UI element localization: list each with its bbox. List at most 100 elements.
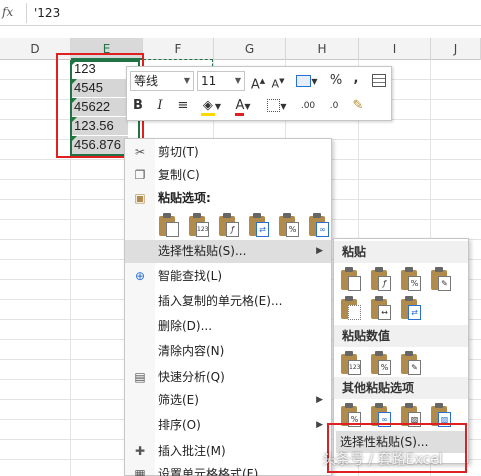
paste-formulas-icon[interactable]: ƒ	[370, 267, 392, 293]
chevron-down-icon: ▼	[183, 76, 190, 85]
formula-input[interactable]: '123	[34, 6, 60, 20]
menu-label: 选择性粘贴(S)...	[158, 244, 247, 258]
menu-item-delete[interactable]: 删除(D)...	[125, 315, 331, 338]
column-header-g[interactable]: G	[214, 38, 286, 60]
paste-no-borders-icon[interactable]	[340, 296, 362, 322]
format-sheet-icon: %	[286, 222, 299, 237]
font-color-button[interactable]: A▼	[229, 96, 257, 116]
align-center-icon: ≡	[177, 98, 189, 113]
column-header-h[interactable]: H	[286, 38, 359, 60]
chevron-right-icon: ▶	[316, 395, 323, 405]
paste-formulas-icon[interactable]: ƒ	[218, 213, 240, 239]
values-sheet-icon: 123	[348, 360, 361, 375]
comma-style-button[interactable]: ,	[349, 69, 363, 89]
bold-button[interactable]: B	[131, 96, 145, 116]
formula-sheet-icon: ƒ	[226, 222, 239, 237]
table-icon	[372, 74, 386, 87]
menu-item-smart-lookup[interactable]: ⊕ 智能查找(L)	[125, 265, 331, 288]
format-cells-icon: ▦	[134, 467, 146, 476]
menu-label: 插入批注(M)	[158, 444, 226, 458]
menu-item-cut[interactable]: ✂ 剪切(T)	[125, 141, 331, 164]
decrease-font-size-button[interactable]: A▼	[269, 71, 287, 91]
paste-formulas-number-format-icon[interactable]: %	[400, 267, 422, 293]
italic-icon: I	[157, 98, 163, 113]
menu-item-quick-analysis[interactable]: ▤ 快速分析(Q)	[125, 366, 331, 389]
menu-label: 智能查找(L)	[158, 269, 223, 283]
menu-label: 快速分析(Q)	[158, 370, 225, 384]
borders-button[interactable]: ▼	[263, 96, 291, 116]
paste-values-icon[interactable]: 123	[188, 213, 210, 239]
comma-icon: ,	[353, 71, 359, 86]
comment-icon: ✚	[134, 444, 146, 458]
transpose-sheet-icon: ⇄	[408, 305, 421, 320]
accounting-format-button[interactable]: ▼	[290, 71, 324, 91]
context-menu: ✂ 剪切(T) ❐ 复制(C) ▣ 粘贴选项: 123 ƒ ⇄ % ∞ 选择性粘…	[124, 138, 332, 476]
menu-item-paste-special[interactable]: 选择性粘贴(S)... ▶	[125, 240, 331, 263]
submenu-header-other-paste-options: 其他粘贴选项	[334, 377, 468, 399]
paste-values-source-format-icon[interactable]: ✎	[400, 351, 422, 377]
paste-icon[interactable]	[158, 213, 180, 239]
paste-link-icon[interactable]: ∞	[308, 213, 330, 239]
font-name-combo[interactable]: 等线 ▼	[130, 71, 194, 91]
format-painter-button[interactable]: ✎	[349, 96, 367, 116]
column-header-f[interactable]: F	[143, 38, 214, 60]
paste-keep-source-format-icon[interactable]: ✎	[430, 267, 452, 293]
paste-formatting-icon[interactable]: %	[278, 213, 300, 239]
font-size-value: 11	[201, 74, 217, 88]
borders-icon	[267, 99, 281, 112]
menu-item-format-cells[interactable]: ▦ 设置单元格格式(F)...	[125, 463, 331, 476]
decrease-font-icon: A	[271, 77, 280, 91]
font-size-combo[interactable]: 11 ▼	[197, 71, 245, 91]
chevron-down-icon: ▼	[234, 76, 241, 85]
formula-sheet-icon: ƒ	[378, 276, 391, 291]
increase-font-icon: A	[250, 77, 260, 93]
clipboard-icon: ▣	[134, 191, 146, 205]
menu-item-insert-copied-cells[interactable]: 插入复制的单元格(E)...	[125, 290, 331, 313]
chevron-down-icon: ▼	[214, 102, 222, 111]
paste-values-number-format-icon[interactable]: %	[370, 351, 392, 377]
transpose-sheet-icon: ⇄	[256, 222, 269, 237]
bold-icon: B	[133, 98, 143, 113]
menu-item-filter[interactable]: 筛选(E) ▶	[125, 389, 331, 412]
menu-item-insert-comment[interactable]: ✚ 插入批注(M)	[125, 440, 331, 463]
paste-transpose-icon[interactable]: ⇄	[248, 213, 270, 239]
link-sheet-icon: ∞	[316, 222, 329, 237]
formula-percent-sheet-icon: %	[408, 276, 421, 291]
center-align-button[interactable]: ≡	[175, 96, 191, 116]
menu-label: 插入复制的单元格(E)...	[158, 294, 283, 308]
increase-font-size-button[interactable]: A▲	[249, 71, 267, 93]
quick-analysis-icon: ▤	[134, 370, 146, 384]
column-header-j[interactable]: J	[431, 38, 481, 60]
paste-icon[interactable]	[340, 267, 362, 293]
smart-lookup-icon: ⊕	[134, 269, 146, 283]
decrease-decimal-icon: .0	[329, 101, 339, 111]
format-table-button[interactable]	[370, 71, 388, 91]
menu-label: 排序(O)	[158, 418, 201, 432]
scissors-icon: ✂	[134, 145, 146, 159]
chevron-down-icon: ▼	[311, 77, 318, 86]
increase-decimal-button[interactable]: .00	[297, 96, 319, 116]
decrease-decimal-button[interactable]: .0	[323, 96, 345, 116]
menu-item-copy[interactable]: ❐ 复制(C)	[125, 164, 331, 187]
percent-style-button[interactable]: %	[328, 71, 344, 91]
chevron-down-icon: ▼	[244, 102, 251, 111]
no-border-sheet-icon	[348, 305, 361, 320]
menu-item-clear-contents[interactable]: 清除内容(N)	[125, 340, 331, 363]
paste-transpose-icon[interactable]: ⇄	[400, 296, 422, 322]
column-header-i[interactable]: I	[359, 38, 431, 60]
menu-item-sort[interactable]: 排序(O) ▶	[125, 414, 331, 437]
paste-values-icon[interactable]: 123	[340, 351, 362, 377]
menu-label: 剪切(T)	[158, 145, 199, 159]
values-percent-sheet-icon: %	[378, 360, 391, 375]
formula-bar: fx '123	[0, 0, 481, 26]
mini-toolbar: 等线 ▼ 11 ▼ A▲ A▼ ▼ % , B I ≡ ◈ ▼ A▼ ▼ .00 .0…	[126, 66, 392, 121]
formula-bar-divider	[26, 3, 27, 23]
fill-color-button[interactable]: ◈ ▼	[197, 96, 225, 116]
fx-icon[interactable]: fx	[2, 5, 13, 19]
paste-keep-column-widths-icon[interactable]: ↔	[370, 296, 392, 322]
copy-icon: ❐	[134, 168, 146, 182]
menu-label: 复制(C)	[158, 168, 200, 182]
menu-item-paste-options-header: ▣ 粘贴选项:	[125, 187, 331, 210]
values-brush-sheet-icon: ✎	[408, 360, 421, 375]
italic-button[interactable]: I	[153, 96, 167, 116]
